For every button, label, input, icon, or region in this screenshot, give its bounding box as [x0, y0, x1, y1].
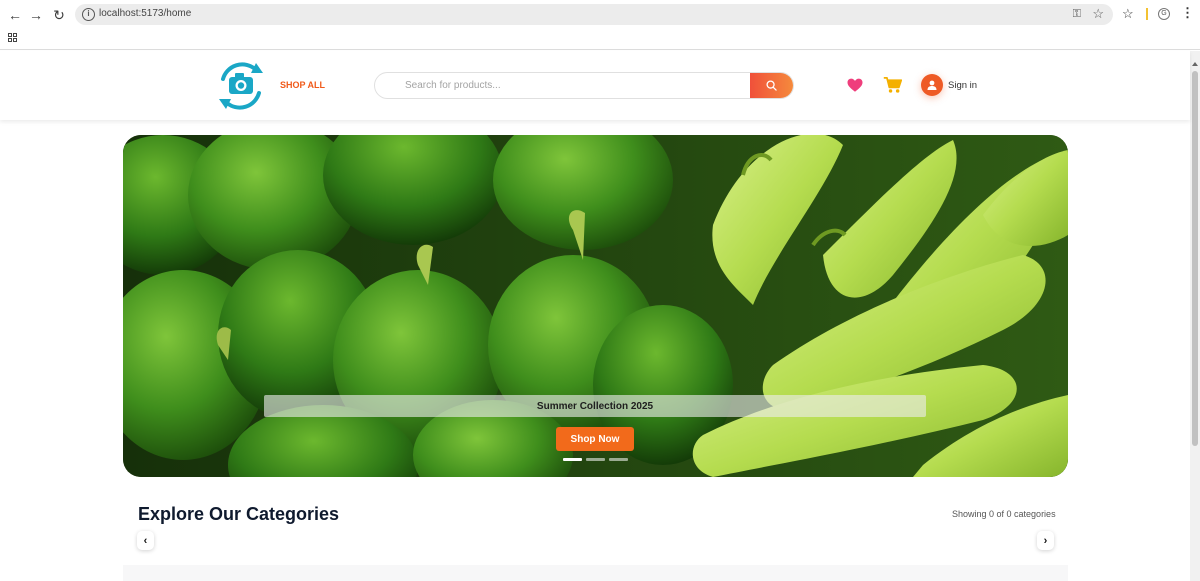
- categories-title: Explore Our Categories: [138, 504, 340, 524]
- browser-menu-icon[interactable]: ⋮: [1181, 5, 1194, 21]
- search-bar: [374, 72, 794, 99]
- hero-peppers-image: [123, 135, 1068, 477]
- profile-avatar[interactable]: G: [1158, 8, 1170, 20]
- scrollbar-thumb[interactable]: [1192, 71, 1198, 446]
- categories-list: [123, 565, 1068, 581]
- user-avatar[interactable]: [921, 74, 943, 96]
- site-info-icon[interactable]: i: [82, 8, 95, 21]
- reload-icon[interactable]: ↻: [50, 6, 68, 24]
- hero-caption-bar: Summer Collection 2025: [264, 395, 926, 417]
- wishlist-heart-icon[interactable]: [846, 76, 864, 94]
- scroll-up-arrow-icon[interactable]: [1192, 62, 1198, 66]
- carousel-dot[interactable]: [563, 458, 582, 461]
- shop-now-button[interactable]: Shop Now: [556, 427, 634, 451]
- carousel-indicators: [563, 458, 628, 461]
- search-button[interactable]: [750, 73, 793, 98]
- sign-in-label[interactable]: Sign in: [948, 80, 977, 91]
- carousel-dot[interactable]: [609, 458, 628, 461]
- address-bar[interactable]: i localhost:5173/home ⚿ ☆: [75, 4, 1113, 25]
- logo-camera-icon[interactable]: [215, 59, 267, 113]
- hero-banner: Summer Collection 2025 Shop Now: [123, 135, 1068, 477]
- back-icon[interactable]: ←: [6, 6, 24, 24]
- bookmark-star-icon[interactable]: ☆: [1092, 6, 1104, 22]
- apps-grid-icon[interactable]: [8, 33, 17, 42]
- search-icon: [766, 80, 777, 91]
- user-icon: [927, 80, 937, 90]
- forward-icon[interactable]: →: [27, 6, 45, 24]
- cart-icon[interactable]: [883, 76, 902, 94]
- browser-toolbar: ← → ↻ i localhost:5173/home ⚿ ☆ ☆ G ⋮: [0, 0, 1200, 50]
- hero-caption: Summer Collection 2025: [536, 400, 654, 412]
- password-key-icon[interactable]: ⚿: [1073, 8, 1081, 21]
- categories-count: Showing 0 of 0 categories: [952, 509, 1056, 519]
- categories-next-button[interactable]: ›: [1037, 531, 1054, 550]
- url-text[interactable]: localhost:5173/home: [99, 8, 191, 19]
- toolbar-separator: [1146, 8, 1148, 20]
- search-input[interactable]: [375, 73, 752, 98]
- shop-all-link[interactable]: SHOP ALL: [280, 80, 325, 90]
- categories-prev-button[interactable]: ‹: [137, 531, 154, 550]
- bookmarks-icon[interactable]: ☆: [1122, 6, 1134, 22]
- carousel-dot[interactable]: [586, 458, 605, 461]
